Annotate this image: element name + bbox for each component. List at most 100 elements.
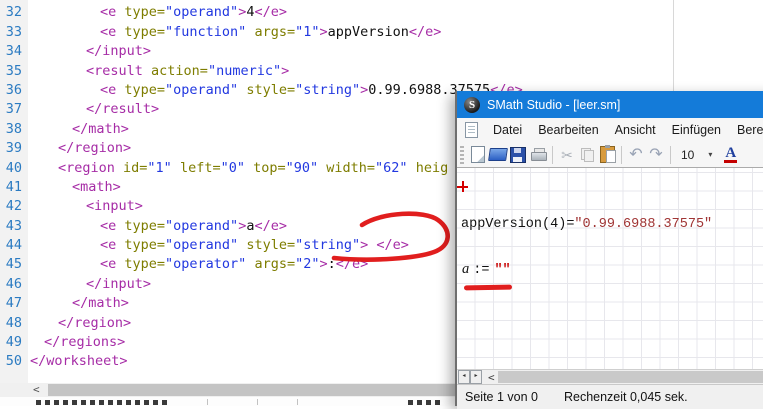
code-line[interactable]: 35<result action="numeric"> — [0, 62, 763, 81]
worksheet-canvas[interactable]: appVersion(4)="0.99.6988.37575" a := "" — [457, 168, 763, 369]
save-button[interactable] — [508, 145, 528, 165]
page-left-button[interactable]: ◂ — [458, 370, 470, 384]
text-fragment — [408, 400, 442, 405]
line-number: 49 — [0, 333, 22, 352]
line-number: 33 — [0, 23, 22, 42]
print-button[interactable] — [528, 145, 548, 165]
new-document-icon — [471, 146, 485, 163]
line-number: 46 — [0, 275, 22, 294]
toolbar: ✂ ↶ ↷ 10 ▾ A — [457, 142, 763, 168]
line-number: 32 — [0, 3, 22, 22]
line-number: 48 — [0, 314, 22, 333]
code-text: <e type="operand">4</e> — [22, 3, 287, 22]
scissors-icon: ✂ — [561, 148, 573, 162]
window-titlebar[interactable]: S SMath Studio - [leer.sm] — [457, 91, 763, 118]
line-number: 50 — [0, 352, 22, 371]
calc-time-status: Rechenzeit 0,045 sek. — [564, 390, 688, 404]
line-number: 40 — [0, 159, 22, 178]
smath-studio-window: S SMath Studio - [leer.sm] Datei Bearbeit… — [455, 91, 763, 406]
line-number: 47 — [0, 294, 22, 313]
document-icon[interactable] — [465, 122, 478, 138]
open-button[interactable] — [488, 145, 508, 165]
line-number: 39 — [0, 139, 22, 158]
line-number: 38 — [0, 120, 22, 139]
undo-arrow-icon: ↶ — [629, 147, 642, 163]
printer-icon — [531, 148, 546, 161]
code-text: <e type="operand">a</e> — [22, 217, 287, 236]
code-text: <region id="1" left="0" top="90" width="… — [22, 159, 448, 178]
worksheet-cursor-crosshair — [457, 181, 468, 192]
assignment-expression[interactable]: a := "" — [462, 261, 511, 278]
code-line[interactable]: 33<e type="function" args="1">appVersion… — [0, 23, 763, 42]
clipped-statusbar-fragments — [0, 397, 455, 406]
line-number: 34 — [0, 42, 22, 61]
open-folder-icon — [488, 148, 508, 161]
font-size-value[interactable]: 10 — [681, 148, 694, 162]
undo-button[interactable]: ↶ — [626, 145, 646, 165]
clipboard-paste-icon — [600, 146, 615, 163]
page-right-button[interactable]: ▸ — [470, 370, 482, 384]
empty-string-value: "" — [494, 263, 510, 278]
new-document-button[interactable] — [468, 145, 488, 165]
code-text: <e type="operator" args="2">:</e> — [22, 255, 368, 274]
line-number: 36 — [0, 81, 22, 100]
code-text: </worksheet> — [22, 352, 128, 371]
code-text: <math> — [22, 178, 121, 197]
paste-button[interactable] — [597, 145, 617, 165]
line-number: 45 — [0, 255, 22, 274]
code-text: </math> — [22, 294, 129, 313]
line-number: 42 — [0, 197, 22, 216]
code-text: <input> — [22, 197, 143, 216]
expression-result-string: "0.99.6988.37575" — [574, 217, 712, 232]
code-line[interactable]: 32<e type="operand">4</e> — [0, 3, 763, 22]
redo-button[interactable]: ↷ — [646, 145, 666, 165]
toolbar-separator — [670, 146, 671, 164]
code-text: </input> — [22, 42, 151, 61]
code-text: </region> — [22, 139, 131, 158]
line-number: 41 — [0, 178, 22, 197]
menu-item-datei[interactable]: Datei — [493, 123, 522, 137]
line-number: 44 — [0, 236, 22, 255]
code-line[interactable]: 34</input> — [0, 42, 763, 61]
code-text: <e type="function" args="1">appVersion</… — [22, 23, 441, 42]
font-size-dropdown-caret-icon[interactable]: ▾ — [708, 150, 712, 159]
line-number: 35 — [0, 62, 22, 81]
variable-a: a — [462, 261, 469, 277]
separator — [207, 399, 208, 405]
red-underline-annotation — [464, 285, 512, 291]
code-text: <result action="numeric"> — [22, 62, 289, 81]
scrollbar-thumb[interactable] — [498, 371, 763, 383]
redo-arrow-icon: ↷ — [649, 147, 662, 163]
code-text: <e type="operand" style="string">0.99.69… — [22, 81, 523, 100]
assign-operator: := — [473, 263, 489, 278]
cut-button[interactable]: ✂ — [557, 145, 577, 165]
code-text: </region> — [22, 314, 131, 333]
menu-item-bearbeiten[interactable]: Bearbeiten — [538, 123, 598, 137]
window-title: SMath Studio - [leer.sm] — [487, 98, 620, 112]
menu-bar: Datei Bearbeiten Ansicht Einfügen Berech — [457, 118, 763, 142]
code-text: </regions> — [22, 333, 125, 352]
menu-item-einfügen[interactable]: Einfügen — [672, 123, 721, 137]
worksheet-horizontal-scrollbar[interactable]: ◂ ▸ < — [457, 369, 763, 384]
scroll-left-icon[interactable]: < — [488, 371, 495, 384]
font-color-button[interactable]: A — [724, 146, 737, 163]
save-floppy-icon — [510, 147, 526, 163]
separator — [257, 399, 258, 405]
toolbar-separator — [621, 146, 622, 164]
menu-item-ansicht[interactable]: Ansicht — [615, 123, 656, 137]
smath-logo-icon: S — [464, 97, 480, 113]
copy-icon — [581, 148, 594, 161]
appversion-expression[interactable]: appVersion(4)="0.99.6988.37575" — [461, 217, 712, 232]
editor-ruler-guide — [673, 0, 674, 91]
status-bar: Seite 1 von 0 Rechenzeit 0,045 sek. — [457, 384, 763, 409]
scroll-left-icon[interactable]: < — [33, 383, 40, 397]
page-count-status: Seite 1 von 0 — [465, 390, 538, 404]
code-text: </math> — [22, 120, 129, 139]
toolbar-grip[interactable] — [460, 146, 464, 164]
line-number: 37 — [0, 100, 22, 119]
line-number: 43 — [0, 217, 22, 236]
menu-item-berech[interactable]: Berech — [737, 123, 763, 137]
code-text: <e type="operand" style="string"> </e> — [22, 236, 409, 255]
copy-button[interactable] — [577, 145, 597, 165]
toolbar-separator — [552, 146, 553, 164]
